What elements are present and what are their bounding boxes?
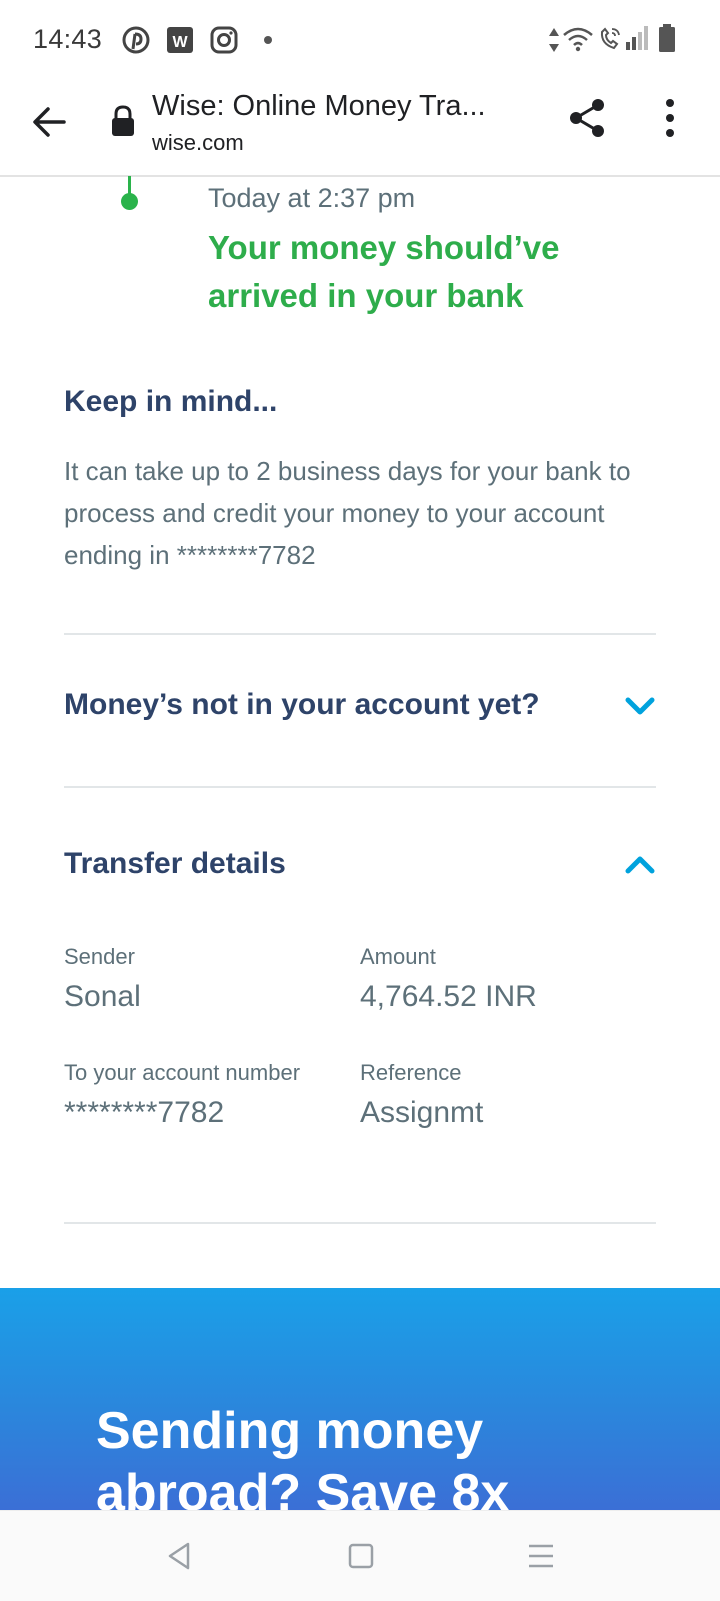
- timeline-time: Today at 2:37 pm: [208, 183, 416, 213]
- share-icon[interactable]: [566, 96, 610, 140]
- promo-banner[interactable]: Sending money abroad? Save 8x: [0, 1288, 720, 1510]
- sender-value: Sonal: [64, 980, 141, 1013]
- timeline-dot: [121, 193, 138, 210]
- reference-label: Reference: [360, 1060, 462, 1085]
- browser-toolbar: Wise: Online Money Tra... wise.com: [0, 80, 720, 177]
- promo-text: Sending money abroad? Save 8x: [96, 1402, 510, 1510]
- detail-reference: Reference Assignmt: [360, 1060, 483, 1130]
- keep-in-mind-heading: Keep in mind...: [64, 385, 278, 418]
- divider: [64, 786, 656, 788]
- signal-icon: [626, 26, 648, 55]
- timeline-status: Your money should’ve arrived in your ban…: [208, 229, 560, 314]
- faq-accordion-title: Money’s not in your account yet?: [64, 688, 540, 721]
- recents-menu-icon[interactable]: [526, 1541, 556, 1571]
- system-nav-bar: [0, 1510, 720, 1601]
- detail-account: To your account number ********7782: [64, 1060, 300, 1130]
- chevron-down-icon[interactable]: [624, 690, 656, 722]
- chevron-up-icon[interactable]: [624, 849, 656, 881]
- overflow-menu-icon[interactable]: [660, 96, 680, 140]
- wifi-icon: [562, 26, 594, 57]
- detail-amount: Amount 4,764.52 INR: [360, 944, 537, 1014]
- home-square-icon[interactable]: [346, 1541, 376, 1571]
- transfer-details-accordion[interactable]: Transfer details: [64, 835, 656, 895]
- word-app-icon: W: [166, 26, 194, 59]
- status-time: 14:43: [33, 24, 103, 54]
- reference-value: Assignmt: [360, 1096, 484, 1129]
- divider: [64, 633, 656, 635]
- detail-sender: Sender Sonal: [64, 944, 141, 1014]
- account-label: To your account number: [64, 1060, 301, 1085]
- status-bar: 14:43 W: [0, 0, 720, 80]
- url-text[interactable]: wise.com: [152, 130, 244, 156]
- faq-accordion[interactable]: Money’s not in your account yet?: [64, 676, 656, 736]
- account-value: ********7782: [64, 1096, 225, 1129]
- pinterest-icon: [122, 26, 150, 59]
- svg-text:W: W: [172, 34, 188, 51]
- data-arrows-icon: [548, 28, 560, 57]
- notification-dot: [264, 36, 272, 44]
- page-title[interactable]: Wise: Online Money Tra...: [152, 90, 486, 123]
- instagram-icon: [210, 26, 238, 59]
- keep-in-mind-body: It can take up to 2 business days for yo…: [64, 456, 631, 570]
- amount-value: 4,764.52 INR: [360, 980, 537, 1013]
- divider: [64, 1222, 656, 1224]
- battery-icon: [658, 24, 676, 57]
- back-arrow-icon[interactable]: [28, 100, 72, 144]
- lock-icon[interactable]: [110, 105, 136, 137]
- amount-label: Amount: [360, 944, 436, 969]
- wifi-calling-icon: [598, 26, 622, 57]
- back-triangle-icon[interactable]: [164, 1541, 194, 1571]
- sender-label: Sender: [64, 944, 135, 969]
- transfer-details-title: Transfer details: [64, 847, 286, 880]
